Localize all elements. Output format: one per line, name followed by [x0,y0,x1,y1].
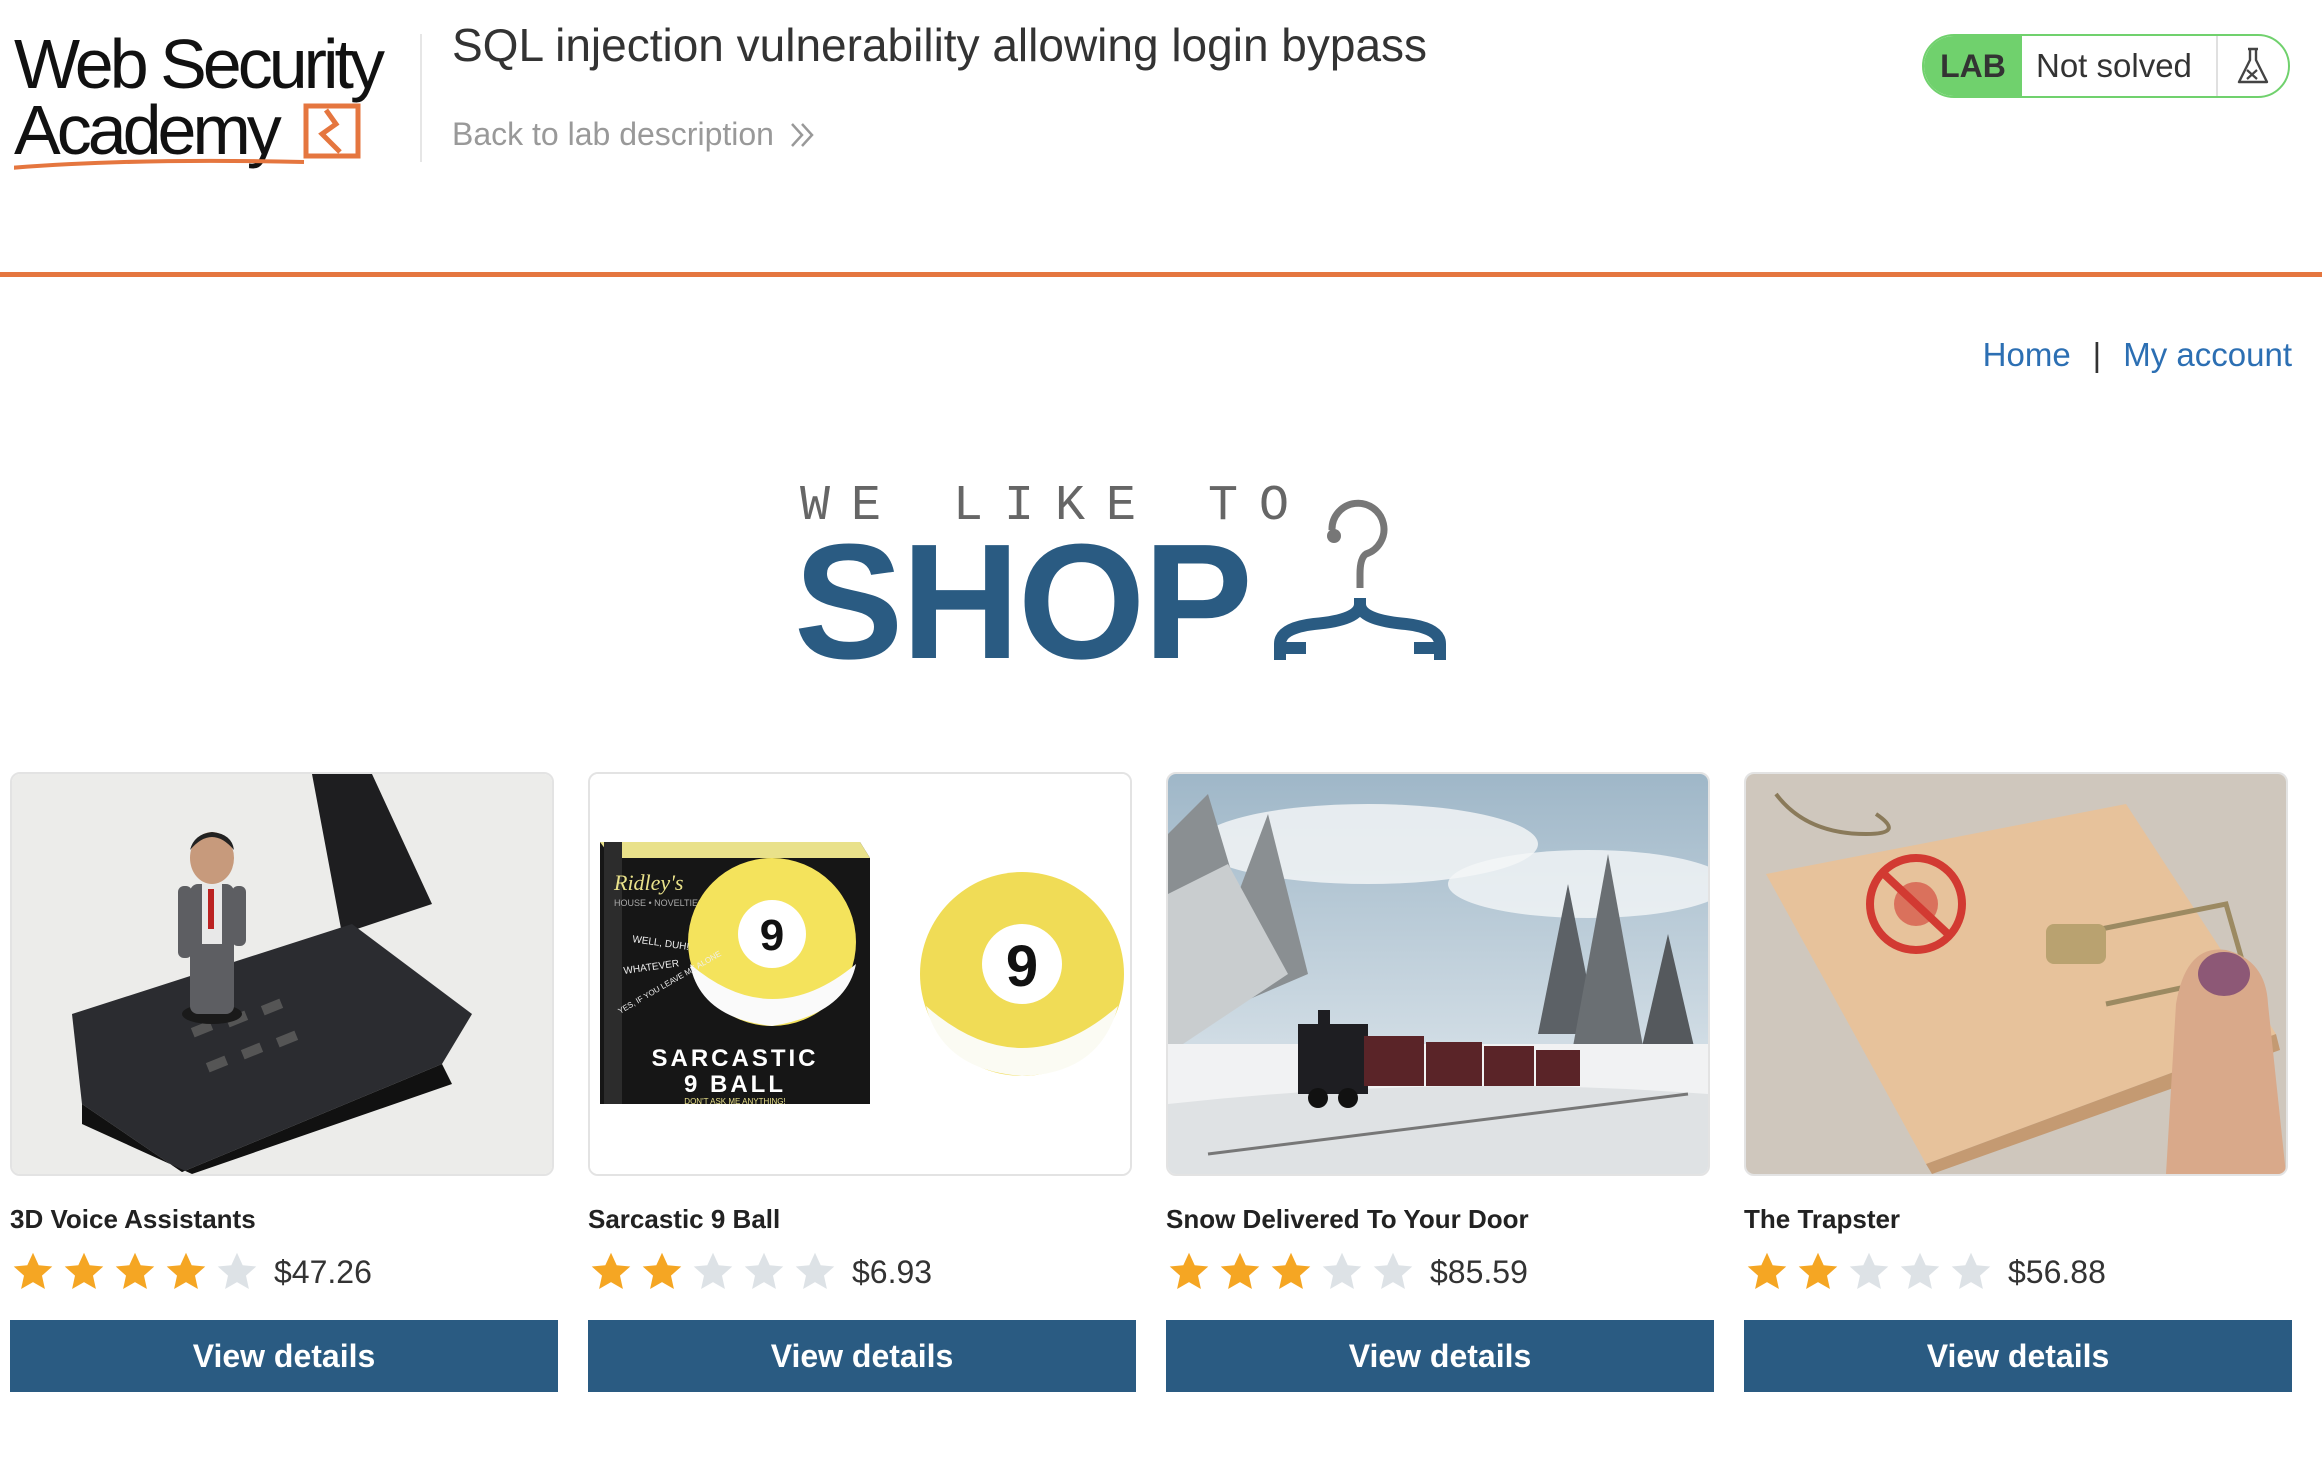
academy-header: Web Security Academy SQL injection vulne… [0,0,2322,277]
product-image-snow-delivered[interactable] [1166,772,1710,1176]
star-filled-icon [1169,1252,1209,1290]
box-tagline: HOUSE • NOVELTIES [614,898,704,908]
product-card: Ridley's HOUSE • NOVELTIES 9 WELL, DUH! … [588,772,1136,1392]
star-filled-icon [642,1252,682,1290]
box-brand: Ridley's [613,870,683,895]
product-price: $85.59 [1430,1253,1528,1290]
star-empty-icon [1900,1252,1940,1290]
star-empty-icon [1373,1252,1413,1290]
star-empty-icon [1849,1252,1889,1290]
top-navigation: Home | My account [1983,336,2292,374]
product-name: Snow Delivered To Your Door [1166,1204,1529,1234]
view-details-button[interactable]: View details [588,1320,1136,1392]
product-name: Sarcastic 9 Ball [588,1204,781,1234]
star-empty-icon [693,1252,733,1290]
product-image-3d-voice-assistants[interactable] [10,772,554,1176]
product-card: The Trapster $56.88 View details [1744,772,2292,1392]
product-card: Snow Delivered To Your Door $85.59 View … [1166,772,1714,1392]
ball-number: 9 [1006,934,1038,999]
back-link-label: Back to lab description [452,116,774,152]
lab-status-text: Not solved [2022,36,2218,96]
back-to-lab-description-link[interactable]: Back to lab description [452,116,818,153]
double-chevron-right-icon [791,122,814,147]
product-price: $47.26 [274,1253,372,1290]
product-name: The Trapster [1744,1204,1901,1234]
star-empty-icon [217,1252,257,1290]
header-divider [420,34,422,162]
product-card: 3D Voice Assistants $47.26 View details [10,772,558,1392]
box-foot: DON'T ASK ME ANYTHING! [684,1097,785,1106]
star-empty-icon [1951,1252,1991,1290]
product-price: $6.93 [852,1253,933,1290]
product-image-the-trapster[interactable] [1744,772,2288,1176]
rating-stars [588,1250,838,1294]
flask-icon [2218,36,2288,96]
shop-banner: WE LIKE TO SHOP [794,470,1530,684]
star-empty-icon [795,1252,835,1290]
lab-status-widget: LAB Not solved [1922,34,2290,98]
star-filled-icon [166,1252,206,1290]
hanger-icon [1274,499,1446,660]
star-empty-icon [744,1252,784,1290]
star-filled-icon [115,1252,155,1290]
banner-title: SHOP [794,510,1253,693]
star-filled-icon [1798,1252,1838,1290]
box-title-line2: 9 BALL [684,1071,786,1098]
star-empty-icon [1322,1252,1362,1290]
box-ball-number: 9 [760,911,784,960]
star-filled-icon [591,1252,631,1290]
product-name: 3D Voice Assistants [10,1204,256,1234]
view-details-button[interactable]: View details [1744,1320,2292,1392]
view-details-button[interactable]: View details [1166,1320,1714,1392]
nav-my-account-link[interactable]: My account [2123,336,2292,374]
rating-stars [10,1250,260,1294]
view-details-button[interactable]: View details [10,1320,558,1392]
box-title-line1: SARCASTIC [651,1045,818,1072]
web-security-academy-logo[interactable]: Web Security Academy [14,26,414,176]
rating-stars [1166,1250,1416,1294]
product-image-sarcastic-9-ball[interactable]: Ridley's HOUSE • NOVELTIES 9 WELL, DUH! … [588,772,1132,1176]
star-filled-icon [1220,1252,1260,1290]
nav-separator: | [2092,336,2102,373]
star-filled-icon [64,1252,104,1290]
header-accent-rule [0,272,2322,277]
logo-line2: Academy [14,91,282,169]
nav-home-link[interactable]: Home [1983,336,2071,374]
lab-badge: LAB [1924,36,2022,96]
star-filled-icon [13,1252,53,1290]
product-price: $56.88 [2008,1253,2106,1290]
star-filled-icon [1271,1252,1311,1290]
rating-stars [1744,1250,1994,1294]
star-filled-icon [1747,1252,1787,1290]
lab-title: SQL injection vulnerability allowing log… [452,19,1428,71]
